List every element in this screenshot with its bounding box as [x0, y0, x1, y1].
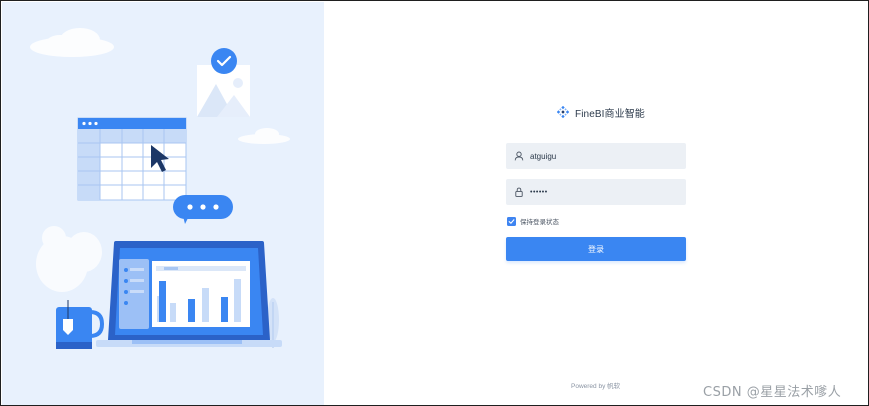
csdn-watermark: CSDN @星星法术嗲人	[703, 385, 842, 400]
cloud-icon	[30, 28, 114, 57]
user-icon	[514, 151, 524, 161]
keep-logged-in[interactable]: 保持登录状态	[507, 215, 559, 227]
illustration-art	[30, 28, 290, 349]
keep-logged-in-label: 保持登录状态	[520, 219, 559, 226]
powered-by-text: Powered by 帆软	[571, 383, 621, 390]
cloud-icon	[238, 128, 290, 144]
brand: FineBI商业智能	[557, 104, 645, 120]
login-page: FineBI商业智能 保持登录状态 登录 Powered by 帆软 CSDN …	[0, 0, 869, 406]
mug-icon	[56, 300, 105, 349]
lock-icon	[515, 187, 523, 197]
spreadsheet-icon	[77, 117, 187, 201]
username-input[interactable]	[530, 146, 680, 166]
login-illustration	[2, 2, 324, 405]
check-badge-icon	[211, 48, 237, 74]
chat-bubble-icon	[173, 195, 233, 224]
password-field[interactable]	[506, 179, 686, 205]
check-icon	[508, 218, 515, 224]
keep-logged-in-checkbox[interactable]	[507, 216, 516, 226]
laptop-icon	[96, 241, 282, 347]
finebi-logo-icon	[557, 106, 569, 118]
steam-decoration	[36, 226, 102, 292]
brand-name: FineBI商业智能	[575, 108, 645, 120]
password-input[interactable]	[530, 182, 680, 202]
login-button[interactable]: 登录	[506, 237, 686, 261]
username-field[interactable]	[506, 143, 686, 169]
